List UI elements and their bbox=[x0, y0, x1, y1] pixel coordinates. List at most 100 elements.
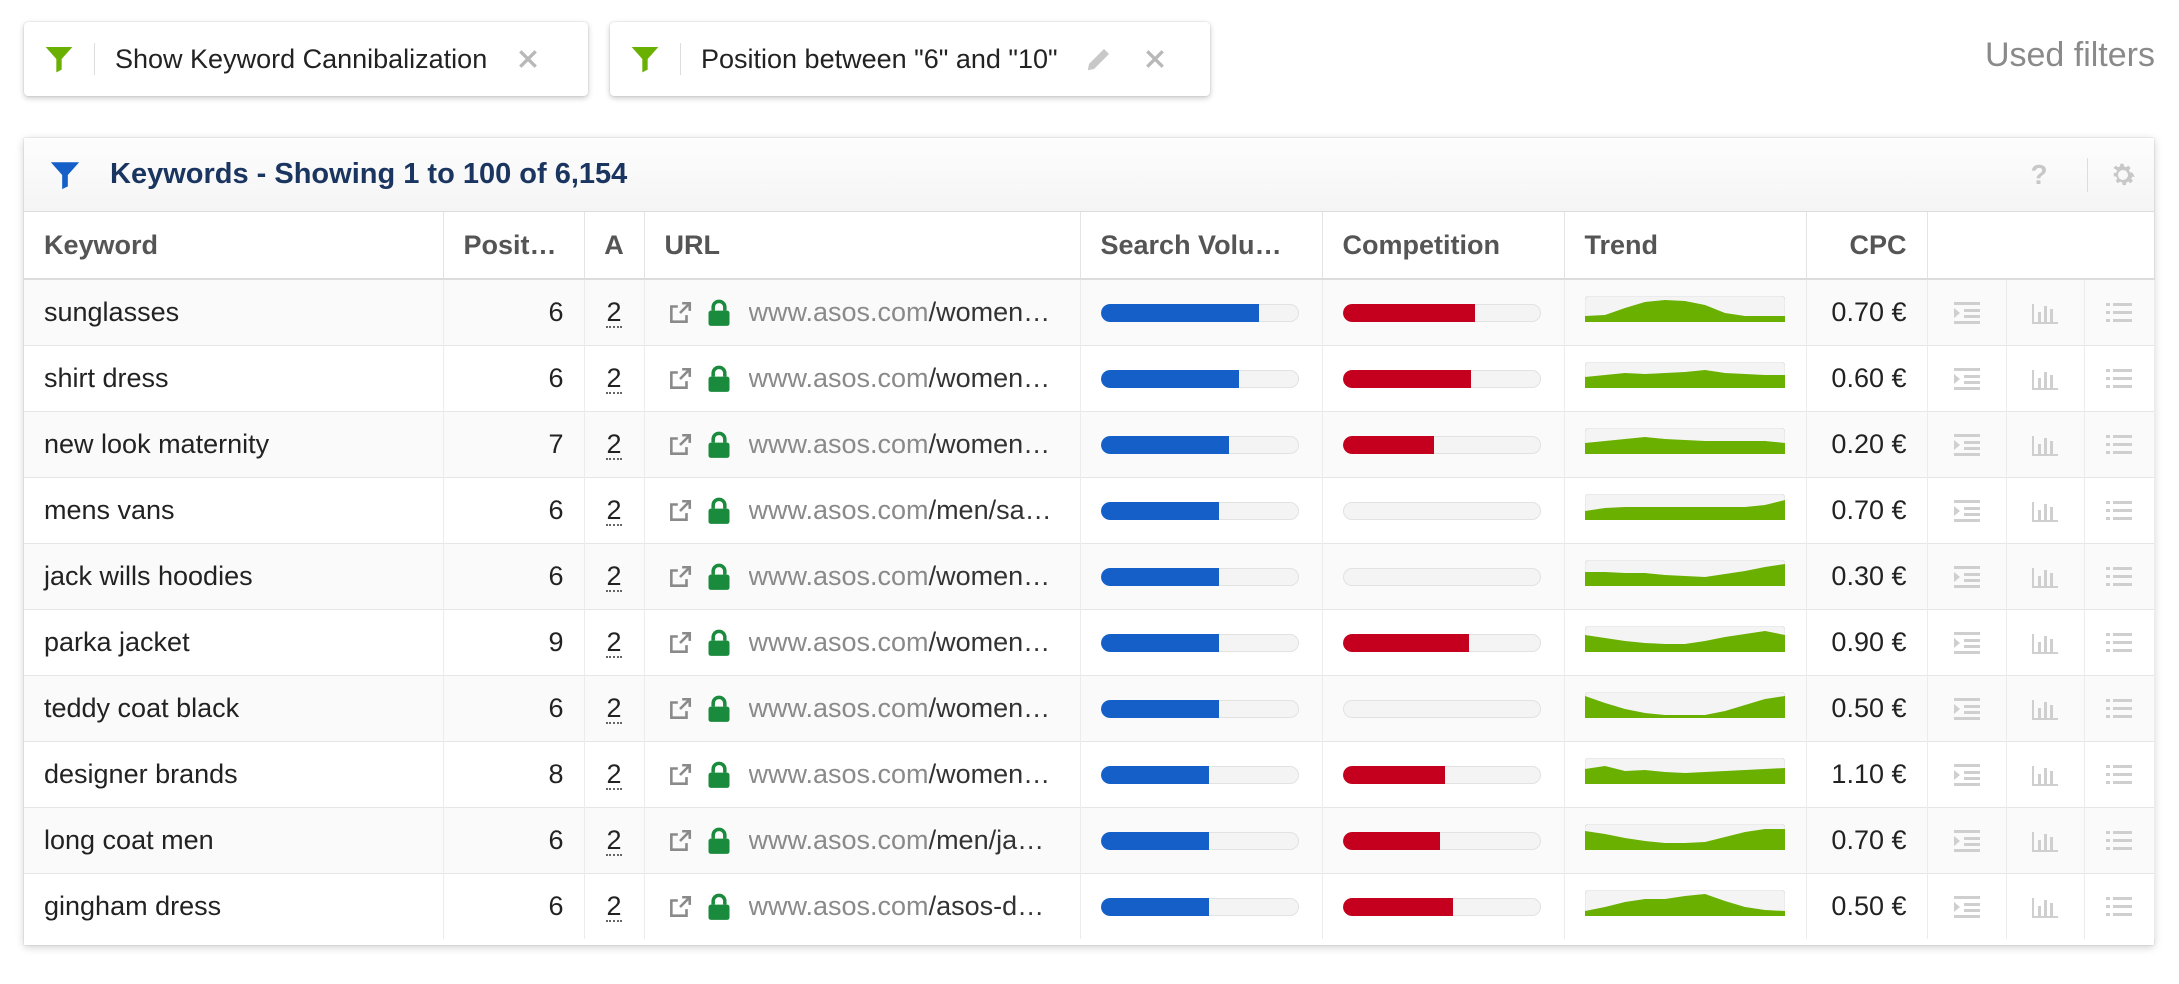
table-row[interactable]: teddy coat black 6 2 www.asos.com/women… 0.5… bbox=[24, 675, 2155, 742]
url-cell[interactable]: www.asos.com/women… bbox=[644, 411, 1081, 478]
a-cell[interactable]: 2 bbox=[584, 345, 645, 412]
external-link-icon[interactable] bbox=[667, 564, 697, 590]
column-header-cpc[interactable]: CPC bbox=[1806, 212, 1928, 280]
a-cell[interactable]: 2 bbox=[584, 278, 645, 346]
column-header-a[interactable]: A bbox=[584, 212, 645, 280]
column-header-search-volume[interactable]: Search Volum… bbox=[1080, 212, 1323, 280]
indent-icon[interactable] bbox=[1928, 762, 2006, 788]
table-row[interactable]: sunglasses 6 2 www.asos.com/women… 0.70 € bbox=[24, 278, 2155, 346]
bar-chart-icon[interactable] bbox=[2007, 828, 2084, 854]
list-icon[interactable] bbox=[2085, 894, 2154, 920]
help-icon[interactable]: ? bbox=[2019, 159, 2059, 191]
keyword-cell[interactable]: new look maternity bbox=[24, 411, 444, 478]
a-cell[interactable]: 2 bbox=[584, 741, 645, 808]
keyword-cell[interactable]: gingham dress bbox=[24, 873, 444, 939]
bar-chart-icon[interactable] bbox=[2007, 498, 2084, 524]
a-cell[interactable]: 2 bbox=[584, 675, 645, 742]
table-row[interactable]: gingham dress 6 2 www.asos.com/asos-d… 0.50 … bbox=[24, 873, 2155, 939]
bar-chart-icon[interactable] bbox=[2007, 366, 2084, 392]
pencil-icon[interactable] bbox=[1084, 44, 1114, 74]
column-header-url[interactable]: URL bbox=[644, 212, 1081, 280]
indent-icon[interactable] bbox=[1928, 894, 2006, 920]
column-header-trend[interactable]: Trend bbox=[1564, 212, 1807, 280]
column-header-position[interactable]: Positi… bbox=[443, 212, 585, 280]
bar-chart-icon[interactable] bbox=[2007, 300, 2084, 326]
url-cell[interactable]: www.asos.com/men/ja… bbox=[644, 807, 1081, 874]
indent-icon[interactable] bbox=[1928, 300, 2006, 326]
table-row[interactable]: shirt dress 6 2 www.asos.com/women… 0.60 € bbox=[24, 345, 2155, 412]
column-header-keyword[interactable]: Keyword bbox=[24, 212, 444, 280]
list-icon[interactable] bbox=[2085, 696, 2154, 722]
a-value[interactable]: 2 bbox=[606, 298, 622, 328]
external-link-icon[interactable] bbox=[667, 366, 697, 392]
external-link-icon[interactable] bbox=[667, 696, 697, 722]
filter-chip-cannibalization[interactable]: Show Keyword Cannibalization bbox=[24, 22, 588, 96]
external-link-icon[interactable] bbox=[667, 894, 697, 920]
a-cell[interactable]: 2 bbox=[584, 873, 645, 939]
external-link-icon[interactable] bbox=[667, 762, 697, 788]
gear-icon[interactable] bbox=[2108, 160, 2138, 190]
keyword-cell[interactable]: shirt dress bbox=[24, 345, 444, 412]
close-icon[interactable] bbox=[517, 48, 539, 70]
external-link-icon[interactable] bbox=[667, 828, 697, 854]
url-cell[interactable]: www.asos.com/women… bbox=[644, 278, 1081, 346]
url-cell[interactable]: www.asos.com/women… bbox=[644, 345, 1081, 412]
list-icon[interactable] bbox=[2085, 498, 2154, 524]
a-cell[interactable]: 2 bbox=[584, 411, 645, 478]
list-icon[interactable] bbox=[2085, 366, 2154, 392]
indent-icon[interactable] bbox=[1928, 630, 2006, 656]
url-cell[interactable]: www.asos.com/women… bbox=[644, 609, 1081, 676]
list-icon[interactable] bbox=[2085, 828, 2154, 854]
table-row[interactable]: long coat men 6 2 www.asos.com/men/ja… 0.70 … bbox=[24, 807, 2155, 874]
url-cell[interactable]: www.asos.com/women… bbox=[644, 543, 1081, 610]
filter-chip-position[interactable]: Position between "6" and "10" bbox=[610, 22, 1210, 96]
indent-icon[interactable] bbox=[1928, 828, 2006, 854]
a-cell[interactable]: 2 bbox=[584, 807, 645, 874]
keyword-cell[interactable]: designer brands bbox=[24, 741, 444, 808]
url-cell[interactable]: www.asos.com/men/sa… bbox=[644, 477, 1081, 544]
bar-chart-icon[interactable] bbox=[2007, 696, 2084, 722]
table-row[interactable]: jack wills hoodies 6 2 www.asos.com/women… 0… bbox=[24, 543, 2155, 610]
a-cell[interactable]: 2 bbox=[584, 609, 645, 676]
indent-icon[interactable] bbox=[1928, 432, 2006, 458]
external-link-icon[interactable] bbox=[667, 432, 697, 458]
close-icon[interactable] bbox=[1144, 48, 1166, 70]
keyword-cell[interactable]: long coat men bbox=[24, 807, 444, 874]
url-cell[interactable]: www.asos.com/women… bbox=[644, 741, 1081, 808]
external-link-icon[interactable] bbox=[667, 498, 697, 524]
list-icon[interactable] bbox=[2085, 762, 2154, 788]
list-icon[interactable] bbox=[2085, 432, 2154, 458]
a-cell[interactable]: 2 bbox=[584, 543, 645, 610]
a-value[interactable]: 2 bbox=[606, 628, 622, 658]
external-link-icon[interactable] bbox=[667, 630, 697, 656]
a-cell[interactable]: 2 bbox=[584, 477, 645, 544]
keyword-cell[interactable]: teddy coat black bbox=[24, 675, 444, 742]
indent-icon[interactable] bbox=[1928, 696, 2006, 722]
keyword-cell[interactable]: parka jacket bbox=[24, 609, 444, 676]
column-header-competition[interactable]: Competition bbox=[1322, 212, 1565, 280]
table-row[interactable]: mens vans 6 2 www.asos.com/men/sa… 0.70 € bbox=[24, 477, 2155, 544]
list-icon[interactable] bbox=[2085, 630, 2154, 656]
list-icon[interactable] bbox=[2085, 300, 2154, 326]
list-icon[interactable] bbox=[2085, 564, 2154, 590]
table-row[interactable]: designer brands 8 2 www.asos.com/women… 1.10… bbox=[24, 741, 2155, 808]
a-value[interactable]: 2 bbox=[606, 364, 622, 394]
table-row[interactable]: new look maternity 7 2 www.asos.com/women… 0… bbox=[24, 411, 2155, 478]
bar-chart-icon[interactable] bbox=[2007, 564, 2084, 590]
bar-chart-icon[interactable] bbox=[2007, 762, 2084, 788]
a-value[interactable]: 2 bbox=[606, 826, 622, 856]
a-value[interactable]: 2 bbox=[606, 694, 622, 724]
keyword-cell[interactable]: jack wills hoodies bbox=[24, 543, 444, 610]
url-cell[interactable]: www.asos.com/women… bbox=[644, 675, 1081, 742]
table-row[interactable]: parka jacket 9 2 www.asos.com/women… 0.90 € bbox=[24, 609, 2155, 676]
indent-icon[interactable] bbox=[1928, 366, 2006, 392]
a-value[interactable]: 2 bbox=[606, 430, 622, 460]
funnel-icon[interactable] bbox=[48, 158, 88, 192]
a-value[interactable]: 2 bbox=[606, 562, 622, 592]
url-cell[interactable]: www.asos.com/asos-d… bbox=[644, 873, 1081, 939]
bar-chart-icon[interactable] bbox=[2007, 894, 2084, 920]
external-link-icon[interactable] bbox=[667, 300, 697, 326]
a-value[interactable]: 2 bbox=[606, 892, 622, 922]
indent-icon[interactable] bbox=[1928, 498, 2006, 524]
a-value[interactable]: 2 bbox=[606, 496, 622, 526]
